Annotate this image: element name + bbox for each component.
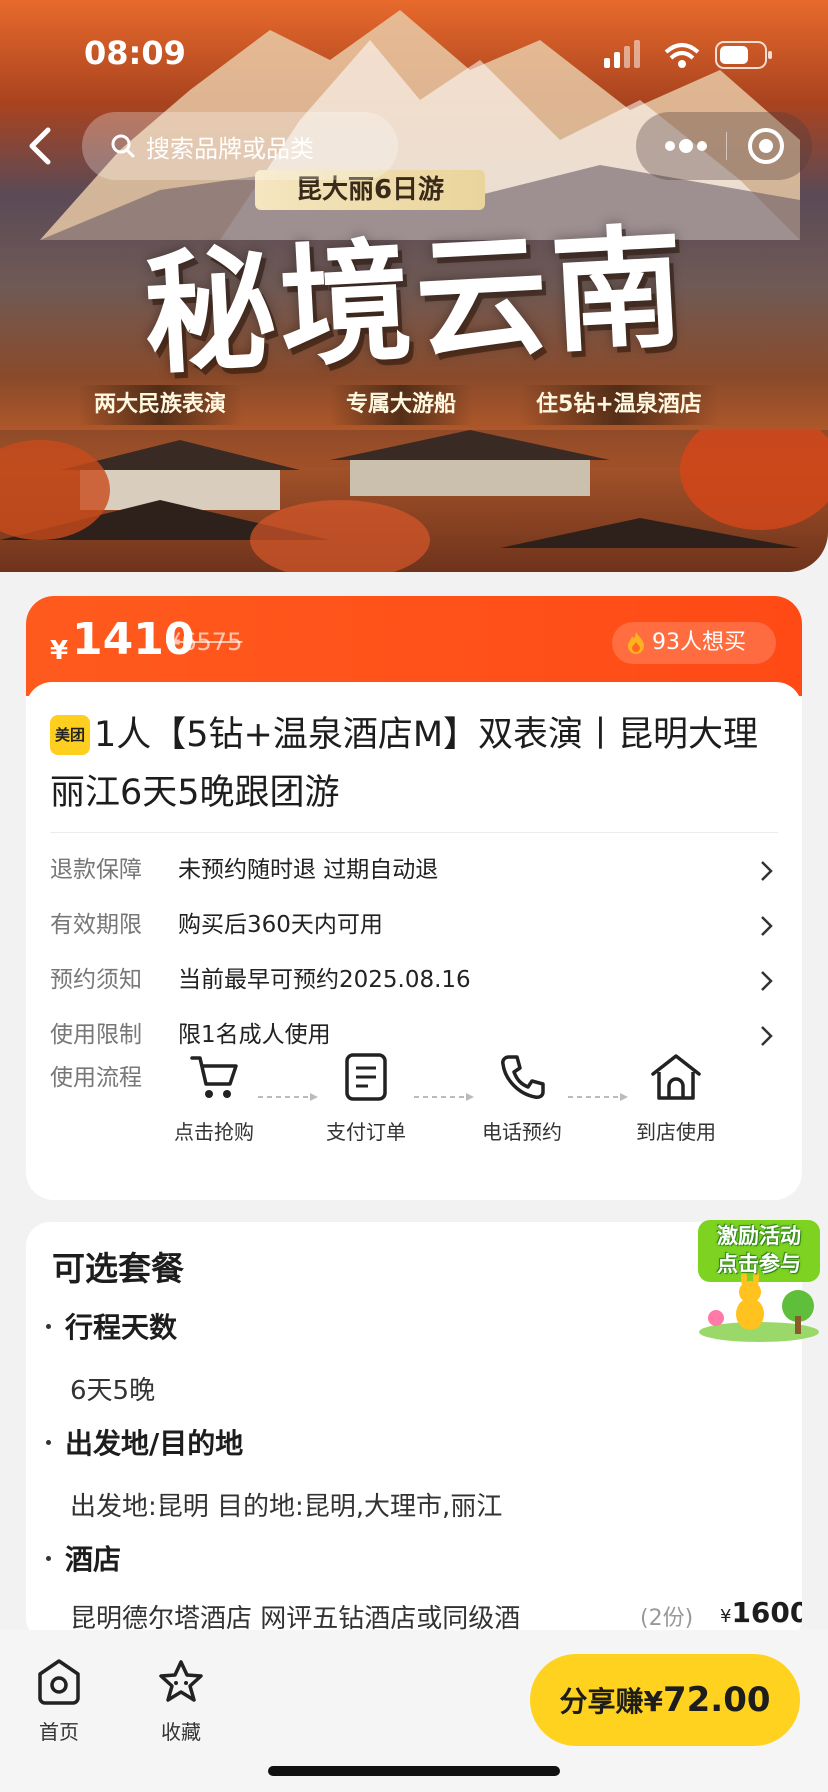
info-row-booking[interactable]: 预约须知 当前最早可预约2025.08.16 [50,960,780,1000]
option-value-days: 6天5晚 [70,1376,156,1406]
step-label: 点击抢购 [174,1120,254,1144]
info-row-refund[interactable]: 退款保障 未预约随时退 过期自动退 [50,850,780,890]
share-earn-button[interactable]: 分享赚¥72.00 [530,1654,800,1746]
info-key: 有效期限 [50,912,142,938]
info-row-validity[interactable]: 有效期限 购买后360天内可用 [50,905,780,945]
status-time: 08:09 [84,34,186,72]
favorite-button[interactable]: 收藏 [148,1658,214,1745]
status-icons [604,40,772,69]
hero-banner[interactable]: 昆大丽6日游 秘境云南 两大民族表演 专属大游船 住5钻+温泉酒店 08:09 [0,0,828,572]
chevron-right-icon [761,1026,773,1046]
village-illustration [0,430,828,572]
option-heading-days: 行程天数 [46,1306,177,1346]
price-currency: ¥ [50,636,69,666]
search-placeholder: 搜索品牌或品类 [146,134,314,163]
options-title: 可选套餐 [52,1249,184,1288]
product-details: 美团 1人【5钻+温泉酒店M】双表演丨昆明大理丽江6天5晚跟团游 退款保障 未预约… [26,682,802,1200]
banner-title: 秘境云南 [139,209,692,394]
step-visit: 到店使用 [616,1052,736,1145]
step-pay: 支付订单 [306,1052,426,1145]
product-title: 美团 1人【5钻+温泉酒店M】双表演丨昆明大理丽江6天5晚跟团游 [50,706,780,822]
banner-tagline-2: 专属大游船 [330,385,473,425]
promo-text: 激励活动 点击参与 [694,1222,824,1278]
divider [50,832,778,833]
package-options-card: 可选套餐 行程天数 6天5晚 出发地/目的地 出发地:昆明 目的地:昆明,大理市… [26,1222,802,1642]
flow-label: 使用流程 [50,1065,142,1091]
home-button[interactable]: 首页 [26,1658,92,1745]
bottom-action-bar: 首页 收藏 分享赚¥72.00 [0,1630,828,1792]
option-heading-text: 酒店 [65,1543,122,1576]
option-heading-route: 出发地/目的地 [46,1422,243,1462]
info-value: 当前最早可预约2025.08.16 [178,967,471,993]
info-value: 购买后360天内可用 [178,912,383,938]
price-band: ¥ 1410 ¥6575 93人想买 [26,596,802,696]
share-currency: ¥ [643,1685,663,1718]
share-label: 分享赚 [559,1685,644,1718]
price-original: ¥6575 [166,628,243,656]
chevron-right-icon [761,971,773,991]
fire-icon [628,632,644,654]
info-value: 未预约随时退 过期自动退 [178,857,439,883]
store-icon [651,1054,701,1100]
share-amount: 72.00 [662,1680,771,1720]
option-value-route: 出发地:昆明 目的地:昆明,大理市,丽江 [70,1492,503,1522]
step-label: 到店使用 [636,1120,716,1144]
hotel-price-currency: ¥ [720,1606,732,1627]
info-value: 限1名成人使用 [178,1022,331,1048]
step-phone: 电话预约 [462,1052,582,1145]
home-icon [38,1659,80,1705]
banner-tagline-1: 两大民族表演 [78,385,243,425]
home-label: 首页 [39,1720,79,1744]
promo-line-1: 激励活动 [717,1224,801,1248]
want-count-text: 93人想买 [652,630,746,655]
info-row-limit[interactable]: 使用限制 限1名成人使用 [50,1015,780,1055]
incentive-promo-sticker[interactable]: 激励活动 点击参与 [694,1218,824,1346]
option-heading-text: 行程天数 [65,1311,178,1344]
home-indicator [268,1766,560,1776]
phone-icon [501,1055,545,1099]
chevron-right-icon [761,916,773,936]
close-miniprogram-icon[interactable] [746,126,786,166]
chevron-right-icon [761,861,773,881]
cart-icon [190,1056,238,1098]
promo-line-2: 点击参与 [717,1252,801,1276]
step-label: 支付订单 [326,1120,406,1144]
favorite-label: 收藏 [161,1720,201,1744]
search-input[interactable]: 搜索品牌或品类 [82,112,398,180]
step-purchase: 点击抢购 [154,1052,274,1145]
info-key: 退款保障 [50,857,142,883]
miniprogram-capsule [636,112,812,180]
search-icon [111,134,135,158]
product-title-text: 1人【5钻+温泉酒店M】双表演丨昆明大理丽江6天5晚跟团游 [50,715,759,813]
step-label: 电话预约 [482,1120,562,1144]
capsule-divider [726,132,727,160]
hotel-price: ¥1600 [720,1596,802,1629]
banner-tagline-3: 住5钻+温泉酒店 [520,385,718,425]
more-icon[interactable] [656,126,716,166]
back-icon[interactable] [20,124,60,168]
info-key: 预约须知 [50,967,142,993]
info-key: 使用限制 [50,1022,142,1048]
option-heading-hotel: 酒店 [46,1538,121,1578]
hotel-quantity: (2份) [640,1606,694,1631]
hotel-price-value: 1600 [731,1596,802,1629]
star-icon [159,1660,203,1702]
want-count-badge: 93人想买 [612,622,776,664]
order-icon [345,1053,387,1101]
meituan-logo: 美团 [50,715,90,755]
product-card: ¥ 1410 ¥6575 93人想买 美团 1人【5钻+温泉酒店M】双表演丨昆明大… [26,596,802,1200]
option-heading-text: 出发地/目的地 [65,1427,244,1460]
